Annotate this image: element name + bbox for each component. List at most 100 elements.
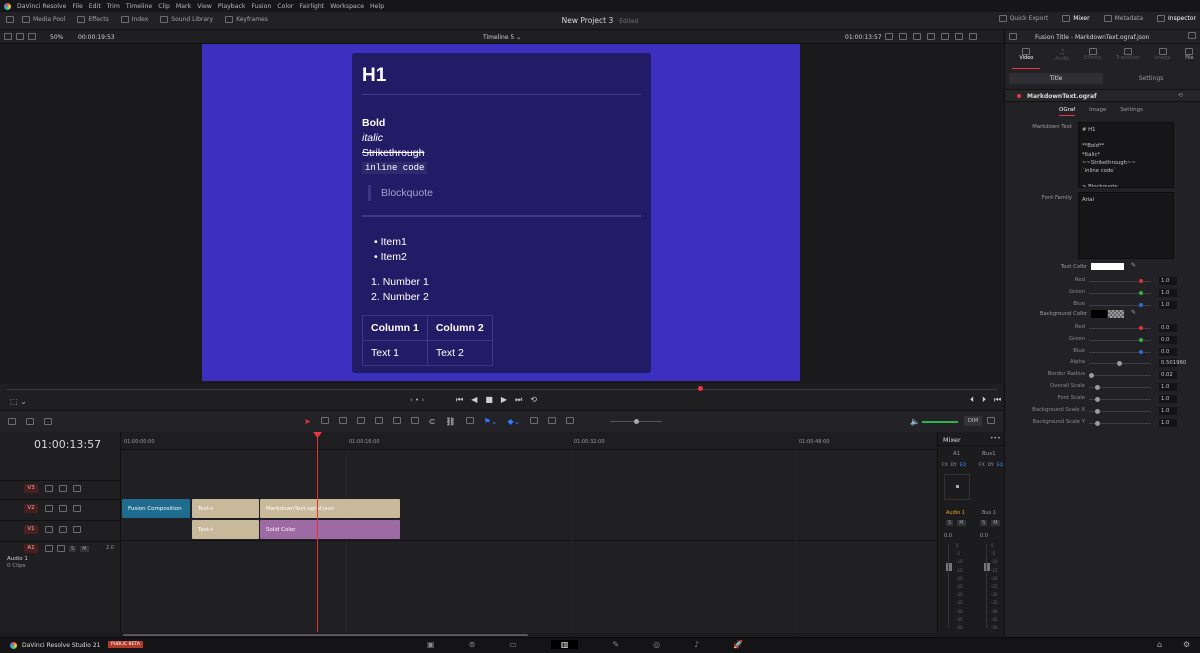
- fader-handle[interactable]: [984, 563, 990, 571]
- fader-handle[interactable]: [946, 563, 952, 571]
- play-icon[interactable]: ▶: [501, 395, 507, 405]
- mute-button[interactable]: M: [957, 520, 966, 526]
- tab-audio[interactable]: ♫ Audio: [1055, 48, 1069, 69]
- tab-file[interactable]: File: [1185, 48, 1194, 69]
- zoom-knob[interactable]: [634, 419, 639, 424]
- color-page-icon[interactable]: ✎: [612, 640, 619, 649]
- text-color-swatch[interactable]: [1091, 263, 1124, 270]
- home-icon[interactable]: ⌂: [1157, 640, 1162, 649]
- selection-tool-icon[interactable]: ➤: [304, 417, 311, 426]
- color-swatch-icon[interactable]: [899, 33, 907, 40]
- overlay-icon[interactable]: [885, 33, 893, 40]
- fx-button[interactable]: FX: [979, 463, 985, 468]
- single-viewer-icon[interactable]: [4, 33, 12, 40]
- param-value-input[interactable]: 0.501960: [1159, 359, 1186, 367]
- lock-icon[interactable]: [45, 526, 53, 533]
- menu-fusion[interactable]: Fusion: [251, 3, 271, 10]
- zoom-level[interactable]: 50%: [50, 34, 63, 41]
- blade-tool-icon[interactable]: [356, 417, 365, 424]
- subtab-title[interactable]: Title: [1009, 73, 1103, 84]
- insert-clip-icon[interactable]: [374, 417, 383, 424]
- transform-icon[interactable]: [913, 33, 921, 40]
- track-label[interactable]: V2: [24, 504, 38, 513]
- viewer-options-icon[interactable]: ⬚ ⌄: [10, 397, 27, 406]
- param-slider-knob[interactable]: [1094, 421, 1100, 426]
- dual-viewer-icon[interactable]: [16, 33, 24, 40]
- param-value-input[interactable]: 1.0: [1159, 407, 1177, 415]
- param-slider[interactable]: [1089, 409, 1151, 414]
- eq-button[interactable]: EQ: [960, 463, 966, 468]
- scrollbar-thumb[interactable]: [123, 634, 528, 636]
- mute-icon[interactable]: [987, 417, 995, 424]
- fx-button[interactable]: FX: [942, 463, 948, 468]
- zoom-custom-icon[interactable]: [566, 417, 575, 424]
- param-value-input[interactable]: 1.0: [1159, 419, 1177, 427]
- markdown-text-input[interactable]: # H1 **Bold** *Italic* ~~Strikethrough~~…: [1078, 122, 1174, 188]
- pan-control[interactable]: [944, 474, 970, 500]
- timeline-selector[interactable]: Timeline 5 ⌄: [483, 34, 521, 41]
- timeline-zoom-slider[interactable]: [610, 419, 662, 424]
- edit-page-icon[interactable]: ▭: [509, 640, 517, 649]
- monitor-volume-slider[interactable]: [922, 421, 958, 423]
- inspector-panel-icon[interactable]: [1009, 33, 1017, 40]
- param-slider-knob[interactable]: [1094, 385, 1100, 390]
- volume-icon[interactable]: 🔈: [910, 417, 920, 426]
- tab-effects[interactable]: Effects: [1084, 48, 1101, 69]
- eq-button[interactable]: EQ: [997, 463, 1003, 468]
- monitor-icon[interactable]: [73, 485, 81, 492]
- dynamic-trim-icon[interactable]: [338, 417, 347, 424]
- match-frame-icon[interactable]: ⏮: [994, 395, 1001, 405]
- param-value-input[interactable]: 1.0: [1159, 383, 1177, 391]
- next-frame-icon[interactable]: ⏵: [982, 395, 986, 405]
- solo-button[interactable]: S: [980, 520, 988, 526]
- dy-button[interactable]: DY: [988, 463, 994, 468]
- reset-icon[interactable]: ⟲: [1178, 92, 1183, 99]
- flag-icon[interactable]: ⚑⌄: [484, 417, 498, 426]
- lock-icon[interactable]: [45, 505, 53, 512]
- snapping-icon[interactable]: ⊂: [429, 417, 436, 426]
- zoom-full-icon[interactable]: [530, 417, 539, 424]
- clip-fusion-composition[interactable]: Fusion Composition: [122, 499, 190, 518]
- clip-markdown-text[interactable]: MarkdownText.ograf.json: [260, 499, 400, 518]
- marker-icon[interactable]: ◆⌄: [507, 417, 520, 426]
- timeline-ruler[interactable]: 01:00:00:00 01:00:16:00 01:00:32:00 01:0…: [121, 432, 936, 450]
- tab-video[interactable]: Video: [1012, 48, 1041, 69]
- param-slider[interactable]: [1089, 385, 1151, 390]
- go-to-start-icon[interactable]: ⏮: [456, 395, 463, 405]
- menu-clip[interactable]: Clip: [158, 3, 170, 10]
- track-label[interactable]: V1: [24, 525, 38, 534]
- track-label[interactable]: V3: [24, 484, 38, 493]
- subtab-settings[interactable]: Settings: [1105, 73, 1197, 84]
- node-enable-icon[interactable]: [1017, 94, 1021, 98]
- audio-icon[interactable]: [955, 33, 963, 40]
- auto-select-icon[interactable]: [59, 505, 67, 512]
- mute-button[interactable]: M: [991, 520, 1000, 526]
- lock-icon[interactable]: [45, 485, 53, 492]
- tab-transition[interactable]: Transition: [1116, 48, 1140, 69]
- param-value-input[interactable]: 1.0: [1159, 395, 1177, 403]
- param-slider-knob[interactable]: [1094, 397, 1100, 402]
- prev-frame-icon[interactable]: ⏴: [970, 395, 974, 405]
- dy-button[interactable]: DY: [951, 463, 957, 468]
- param-slider[interactable]: [1089, 397, 1151, 402]
- tab-image[interactable]: Image: [1155, 48, 1170, 69]
- solo-button[interactable]: S: [69, 545, 77, 552]
- param-value-input[interactable]: 0.0: [1159, 348, 1177, 356]
- fx-icon[interactable]: [941, 33, 949, 40]
- clip-solid-color[interactable]: Solid Color: [260, 520, 400, 539]
- menu-view[interactable]: View: [197, 3, 212, 10]
- param-slider[interactable]: [1089, 421, 1151, 426]
- param-slider[interactable]: [1089, 361, 1151, 366]
- param-value-input[interactable]: 1.0: [1159, 277, 1177, 285]
- menu-fairlight[interactable]: Fairlight: [299, 3, 324, 10]
- lock-icon[interactable]: [465, 417, 474, 424]
- timeline-options-icon[interactable]: [8, 418, 16, 425]
- media-page-icon[interactable]: ▣: [427, 640, 435, 649]
- param-slider-knob[interactable]: [1117, 361, 1122, 366]
- menu-color[interactable]: Color: [277, 3, 293, 10]
- tab-ograf[interactable]: OGraf: [1059, 107, 1076, 116]
- param-slider[interactable]: [1089, 373, 1151, 378]
- pan-handle[interactable]: [956, 485, 959, 488]
- param-slider-knob[interactable]: [1094, 409, 1100, 414]
- mute-button[interactable]: M: [80, 545, 89, 552]
